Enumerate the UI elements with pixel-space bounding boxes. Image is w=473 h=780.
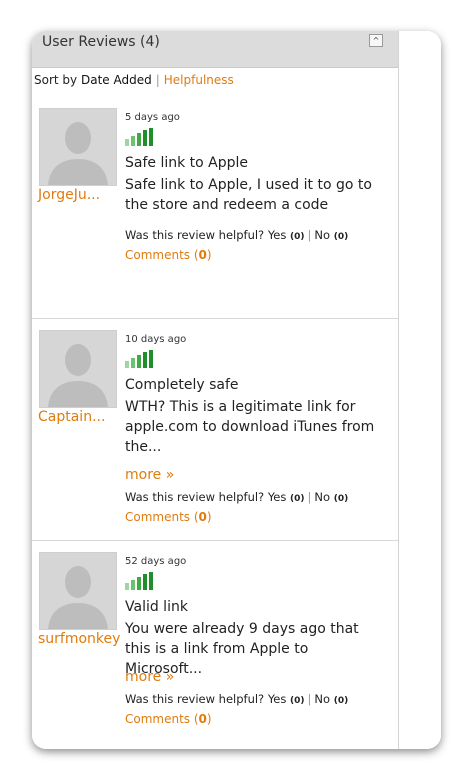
no-count: (0) [333,494,349,504]
review-date: 10 days ago [125,334,187,345]
review-date: 52 days ago [125,556,187,567]
comments-label: Comments [125,712,191,726]
reviews-column: User Reviews (4) ^ Sort by Date Added | He… [32,31,398,749]
rating-bars-icon [125,572,155,590]
helpful-yes-link[interactable]: Yes (0) [268,228,305,242]
review-title: Safe link to Apple [125,155,249,171]
comments-link[interactable]: Comments (0) [125,712,212,726]
reviews-panel: User Reviews (4) ^ Sort by Date Added | He… [32,31,441,749]
avatar[interactable] [39,552,117,630]
helpful-prompt: Was this review helpful? Yes (0) | No (0) [125,228,348,242]
yes-label: Yes [267,228,287,242]
yes-count: (0) [290,494,305,504]
review-author-link[interactable]: surfmonkey [38,631,120,647]
no-label: No [314,692,331,706]
review-item: JorgeJu... 5 days ago Safe link to Apple… [32,101,398,319]
review-date: 5 days ago [125,112,180,123]
helpful-separator: | [307,490,312,504]
avatar[interactable] [39,330,117,408]
helpful-question: Was this review helpful? [125,228,265,242]
more-link[interactable]: more » [125,467,174,483]
more-link[interactable]: more » [125,669,174,685]
side-strip [398,31,441,749]
no-label: No [314,490,331,504]
helpful-yes-link[interactable]: Yes (0) [268,692,305,706]
helpful-separator: | [307,228,312,242]
helpful-yes-link[interactable]: Yes (0) [268,490,305,504]
collapse-icon[interactable]: ^ [369,34,383,47]
default-user-icon [40,331,116,407]
review-author-link[interactable]: JorgeJu... [38,187,100,203]
comments-label: Comments [125,510,191,524]
reviews-header: User Reviews (4) ^ [32,31,398,68]
review-item: surfmonkey 52 days ago Valid link You we… [32,541,398,749]
review-body: WTH? This is a legitimate link for apple… [125,399,375,455]
sort-prefix: Sort by [34,73,78,87]
helpful-no-link[interactable]: No (0) [314,490,348,504]
yes-count: (0) [290,232,305,242]
helpful-no-link[interactable]: No (0) [314,228,348,242]
helpful-separator: | [307,692,312,706]
comments-label: Comments [125,248,191,262]
yes-label: Yes [267,692,287,706]
helpful-prompt: Was this review helpful? Yes (0) | No (0) [125,692,348,706]
review-title: Completely safe [125,377,239,393]
comments-count: 0 [198,712,207,726]
rating-bars-icon [125,128,155,146]
comments-link[interactable]: Comments (0) [125,510,212,524]
sort-helpfulness-link[interactable]: Helpfulness [164,73,234,87]
comments-count: 0 [198,510,207,524]
reviews-title: User Reviews (4) [42,34,160,50]
review-body: Safe link to Apple, I used it to go to t… [125,177,372,213]
default-user-icon [40,553,116,629]
helpful-question: Was this review helpful? [125,490,265,504]
rating-bars-icon [125,350,155,368]
review-author-link[interactable]: Captain... [38,409,105,425]
comments-count: 0 [198,248,207,262]
yes-count: (0) [290,696,305,706]
helpful-question: Was this review helpful? [125,692,265,706]
review-item: Captain... 10 days ago Completely safe W… [32,319,398,541]
review-title: Valid link [125,599,188,615]
helpful-prompt: Was this review helpful? Yes (0) | No (0) [125,490,348,504]
sort-bar: Sort by Date Added | Helpfulness [34,73,234,87]
sort-separator: | [155,73,160,87]
yes-label: Yes [267,490,287,504]
default-user-icon [40,109,116,185]
no-label: No [314,228,331,242]
no-count: (0) [333,232,349,242]
sort-date-added[interactable]: Date Added [81,73,152,87]
no-count: (0) [333,696,349,706]
avatar[interactable] [39,108,117,186]
comments-link[interactable]: Comments (0) [125,248,212,262]
helpful-no-link[interactable]: No (0) [314,692,348,706]
